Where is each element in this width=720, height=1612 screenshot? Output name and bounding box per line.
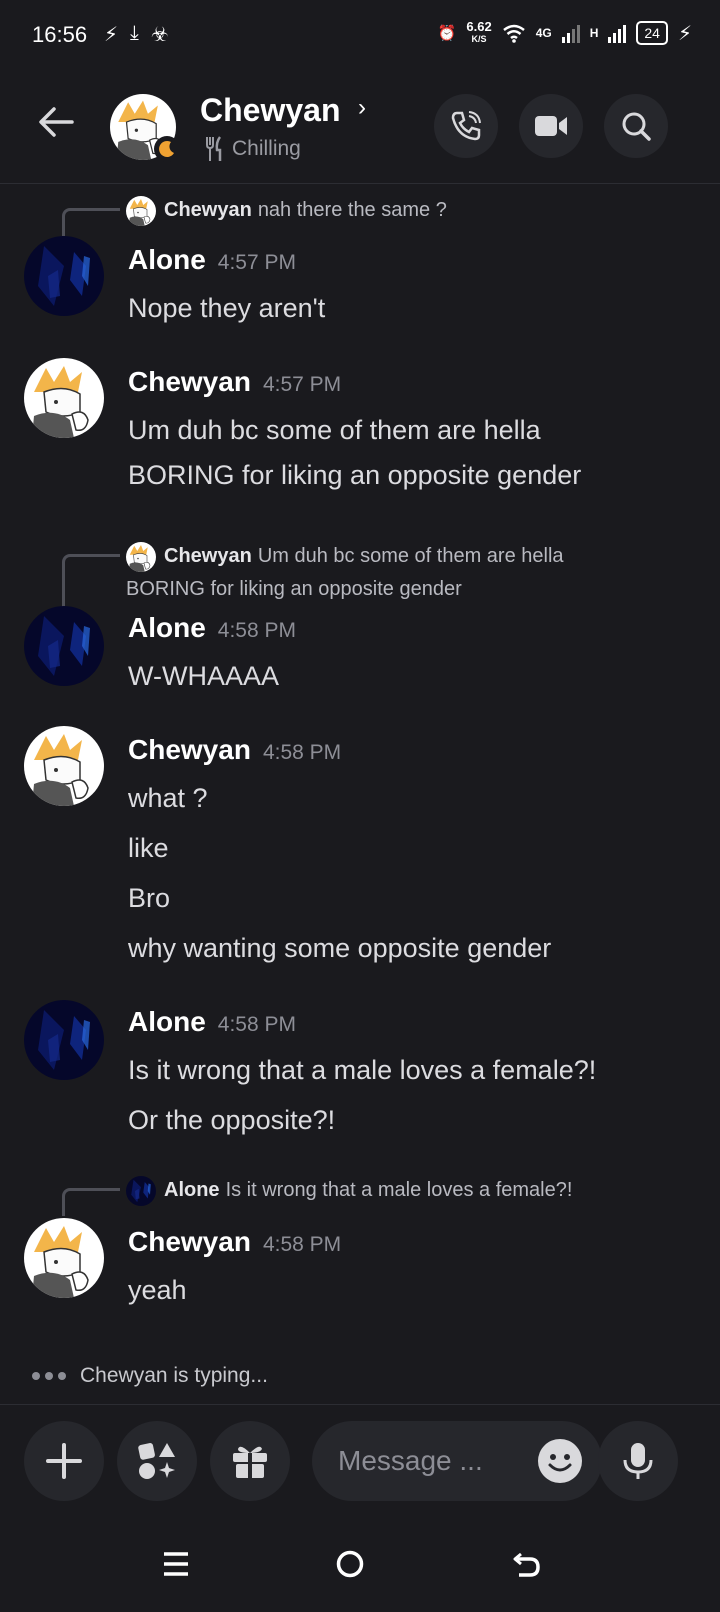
avatar[interactable] <box>24 358 104 438</box>
video-camera-icon <box>535 116 567 136</box>
flash-icon: ⚡ <box>104 24 119 46</box>
avatar[interactable] <box>24 1218 104 1298</box>
avatar[interactable] <box>109 93 180 162</box>
avatar[interactable] <box>24 1000 104 1080</box>
network-4g-label: 4G <box>535 26 552 40</box>
home-button[interactable] <box>330 1544 370 1584</box>
message-input-container[interactable] <box>312 1421 602 1501</box>
fork-knife-icon <box>206 136 222 161</box>
message-text[interactable]: Is it wrong that a male loves a female?! <box>128 1048 596 1093</box>
network-speed: 6.62 K/S <box>466 19 492 44</box>
reply-preview[interactable]: Chewyan Um duh bc some of them are hella B… <box>126 540 686 606</box>
voice-call-button[interactable] <box>434 94 498 158</box>
smiley-icon <box>548 1454 572 1472</box>
microphone-icon <box>623 1443 653 1479</box>
back-arrow-icon <box>513 1552 540 1577</box>
wifi-icon <box>502 24 525 43</box>
back-nav-button[interactable] <box>506 1544 546 1584</box>
reply-avatar <box>126 195 156 226</box>
message-timestamp: 4:58 PM <box>262 1233 342 1256</box>
status-bar: 16:56 ⚡ ⤓ ☣ ⏰ 6.62 K/S 4G H 24 ⚡ <box>0 0 720 72</box>
signal-icon <box>561 25 580 43</box>
message-text[interactable]: BORING for liking an opposite gender <box>128 453 581 498</box>
search-button[interactable] <box>604 94 668 158</box>
emoji-button[interactable] <box>538 1439 582 1483</box>
chevron-right-icon[interactable]: › <box>358 94 366 122</box>
chat-header: Chewyan › Chilling <box>0 72 720 184</box>
message-text[interactable]: Um duh bc some of them are hella <box>128 408 541 453</box>
message-timestamp: 4:58 PM <box>217 1013 296 1036</box>
custom-status: Chilling <box>204 136 301 162</box>
phone-icon <box>451 111 481 141</box>
message-author[interactable]: Chewyan 4:58 PM <box>128 1226 341 1258</box>
reply-connector <box>62 1188 120 1216</box>
message-text[interactable]: what ? <box>128 776 208 821</box>
message-author[interactable]: Alone 4:58 PM <box>128 1006 296 1038</box>
menu-icon <box>164 1552 188 1576</box>
plus-icon <box>46 1443 82 1479</box>
typing-dots-icon <box>32 1372 66 1380</box>
reply-avatar <box>126 1175 156 1206</box>
signal-icon <box>608 25 627 43</box>
battery-indicator: 24 <box>636 21 668 45</box>
message-text[interactable]: Nope they aren't <box>128 286 325 331</box>
message-text[interactable]: like <box>128 826 169 871</box>
recent-apps-button[interactable] <box>156 1544 196 1584</box>
idle-moon-icon <box>154 136 180 162</box>
message-composer <box>0 1404 720 1514</box>
reply-preview[interactable]: Chewyan nah there the same ? <box>126 194 447 227</box>
message-text[interactable]: yeah <box>128 1268 187 1313</box>
message-text[interactable]: Or the opposite?! <box>128 1098 335 1143</box>
arrow-left-icon <box>39 107 74 137</box>
status-time: 16:56 <box>32 22 88 47</box>
reply-connector <box>62 208 120 236</box>
system-navigation-bar <box>0 1514 720 1612</box>
avatar[interactable] <box>24 236 104 316</box>
message-author[interactable]: Chewyan 4:57 PM <box>128 366 341 398</box>
message-timestamp: 4:58 PM <box>262 741 342 764</box>
message-author[interactable]: Alone 4:58 PM <box>128 612 296 644</box>
voice-message-button[interactable] <box>598 1421 678 1501</box>
alarm-icon: ⏰ <box>437 25 457 42</box>
app-notification-icon: ☣ <box>150 24 169 46</box>
back-button[interactable] <box>34 100 78 144</box>
avatar[interactable] <box>24 606 104 686</box>
charging-icon: ⚡ <box>677 22 692 45</box>
message-text[interactable]: W-WHAAAA <box>128 654 279 699</box>
download-icon: ⤓ <box>130 22 139 44</box>
search-icon <box>622 112 651 141</box>
attach-button[interactable] <box>24 1421 104 1501</box>
gift-icon <box>233 1446 267 1478</box>
message-author[interactable]: Alone 4:57 PM <box>128 244 296 276</box>
video-call-button[interactable] <box>519 94 583 158</box>
header-username[interactable]: Chewyan <box>200 92 340 129</box>
message-timestamp: 4:57 PM <box>262 373 342 396</box>
typing-indicator: Chewyan is typing... <box>32 1364 268 1388</box>
message-text[interactable]: why wanting some opposite gender <box>128 926 551 971</box>
message-text[interactable]: Bro <box>128 876 170 921</box>
apps-button[interactable] <box>117 1421 197 1501</box>
circle-home-icon <box>336 1550 364 1578</box>
reply-avatar <box>126 541 156 572</box>
message-input[interactable] <box>338 1441 518 1481</box>
message-timestamp: 4:58 PM <box>217 619 296 642</box>
avatar[interactable] <box>24 726 104 806</box>
message-timestamp: 4:57 PM <box>217 251 296 274</box>
apps-icon <box>138 1443 175 1479</box>
message-author[interactable]: Chewyan 4:58 PM <box>128 734 341 766</box>
reply-preview[interactable]: Alone Is it wrong that a male loves a fem… <box>126 1174 572 1207</box>
network-h-label: H <box>589 26 599 40</box>
gift-button[interactable] <box>210 1421 290 1501</box>
